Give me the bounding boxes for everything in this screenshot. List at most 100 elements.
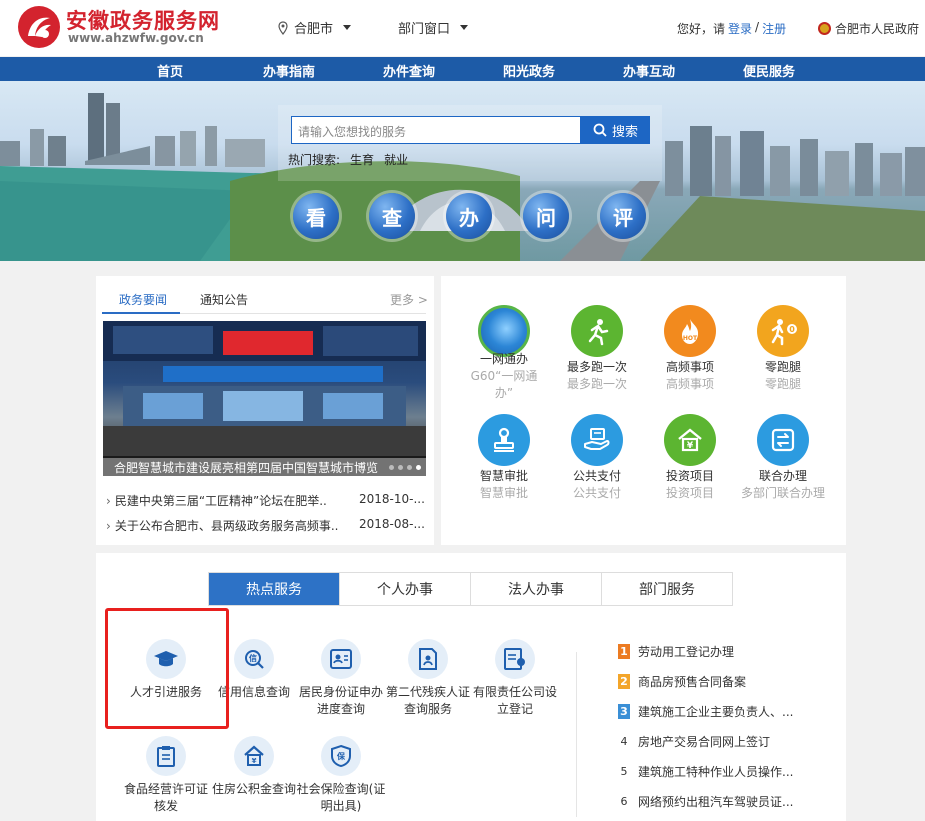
tab-corporate[interactable]: 法人办事 bbox=[471, 573, 602, 605]
tab-government-news[interactable]: 政务要闻 bbox=[119, 291, 167, 308]
location-selector[interactable]: 合肥市 bbox=[278, 18, 352, 37]
hot-service-food-license[interactable]: 食品经营许可证核发 bbox=[121, 736, 211, 815]
service-subtitle: 高频事项 bbox=[665, 377, 714, 391]
hot-search-term[interactable]: 生育 bbox=[350, 151, 374, 168]
nav-guide[interactable]: 办事指南 bbox=[263, 61, 315, 80]
hot-search-term[interactable]: 就业 bbox=[384, 151, 408, 168]
separator: / bbox=[755, 20, 760, 34]
banner-button-look[interactable]: 看 bbox=[293, 193, 339, 239]
ranking-item[interactable]: 3 建筑施工企业主要负责人、... bbox=[618, 703, 793, 720]
service-name: 智慧审批 bbox=[479, 469, 528, 483]
service-name: 公共支付 bbox=[572, 469, 621, 483]
nav-home[interactable]: 首页 bbox=[157, 61, 183, 80]
search-input[interactable]: 请输入您想找的服务 bbox=[291, 116, 581, 144]
hot-search-bar: 热门搜索: 生育 就业 bbox=[288, 151, 408, 168]
carousel-dot-active[interactable] bbox=[416, 465, 421, 470]
hot-service-housing-fund[interactable]: ¥ 住房公积金查询 bbox=[209, 736, 299, 798]
news-item-date: 2018-08-... bbox=[359, 517, 425, 531]
bullet-icon: › bbox=[106, 519, 111, 533]
hot-service-label: 社会保险查询(证明出具) bbox=[296, 782, 386, 813]
service-run-once[interactable]: 最多跑一次 最多跑一次 bbox=[549, 305, 645, 393]
rank-number: 2 bbox=[618, 674, 630, 689]
hot-service-label: 有限责任公司设立登记 bbox=[472, 685, 557, 716]
news-carousel-image[interactable] bbox=[103, 321, 426, 458]
hot-search-label: 热门搜索: bbox=[288, 153, 341, 167]
carousel-caption[interactable]: 合肥智慧城市建设展亮相第四届中国智慧城市博览 bbox=[114, 459, 378, 476]
service-subtitle: G60“一网通办” bbox=[470, 369, 538, 400]
service-subtitle: 多部门联合办理 bbox=[740, 486, 825, 500]
tab-hot-services[interactable]: 热点服务 bbox=[209, 573, 340, 605]
nav-convenience[interactable]: 便民服务 bbox=[743, 61, 795, 80]
highlight-box bbox=[105, 608, 229, 729]
service-tabs: 热点服务 个人办事 法人办事 部门服务 bbox=[208, 572, 733, 606]
map-pin-icon bbox=[278, 20, 288, 35]
ranking-title: 建筑施工企业主要负责人、... bbox=[638, 705, 794, 719]
hot-service-id-card[interactable]: 居民身份证申办进度查询 bbox=[296, 639, 386, 718]
service-joint-handling[interactable]: 联合办理 多部门联合办理 bbox=[735, 414, 831, 502]
carousel-dot[interactable] bbox=[389, 465, 394, 470]
rank-number: 1 bbox=[618, 644, 630, 659]
national-emblem-icon bbox=[818, 22, 831, 35]
login-link[interactable]: 登录 bbox=[728, 20, 752, 37]
site-header: 安徽政务服务网 www.ahzwfw.gov.cn 合肥市 部门窗口 您好，请 … bbox=[0, 0, 925, 56]
more-link[interactable]: 更多 > bbox=[390, 291, 428, 308]
banner-button-evaluate[interactable]: 评 bbox=[600, 193, 646, 239]
ranking-title: 房地产交易合同网上签订 bbox=[638, 735, 771, 749]
nav-open-government[interactable]: 阳光政务 bbox=[503, 61, 555, 80]
carousel-dot[interactable] bbox=[407, 465, 412, 470]
service-smart-approval[interactable]: 智慧审批 智慧审批 bbox=[456, 414, 552, 502]
tab-department[interactable]: 部门服务 bbox=[602, 573, 732, 605]
payment-icon bbox=[571, 414, 623, 466]
clipboard-icon bbox=[146, 736, 186, 776]
ranking-item[interactable]: 5 建筑施工特种作业人员操作... bbox=[618, 763, 794, 780]
service-subtitle: 最多跑一次 bbox=[566, 377, 627, 391]
hot-service-company-registration[interactable]: 有限责任公司设立登记 bbox=[470, 639, 560, 718]
carousel-dots bbox=[389, 465, 421, 470]
service-investment[interactable]: ¥ 投资项目 投资项目 bbox=[642, 414, 738, 502]
service-one-network[interactable]: 一网通办 G60“一网通办” bbox=[456, 305, 552, 402]
ranking-title: 建筑施工特种作业人员操作... bbox=[638, 765, 794, 779]
banner-button-handle[interactable]: 办 bbox=[446, 193, 492, 239]
site-logo-icon[interactable] bbox=[18, 6, 60, 48]
tab-notices[interactable]: 通知公告 bbox=[200, 291, 248, 308]
ranking-item[interactable]: 2 商品房预售合同备案 bbox=[618, 673, 746, 690]
service-subtitle: 智慧审批 bbox=[479, 486, 528, 500]
svg-text:信: 信 bbox=[249, 653, 257, 663]
news-item[interactable]: › 民建中央第三届“工匠精神”论坛在肥举.. bbox=[106, 492, 327, 509]
service-high-frequency[interactable]: HOT 高频事项 高频事项 bbox=[642, 305, 738, 393]
nav-case-query[interactable]: 办件查询 bbox=[383, 61, 435, 80]
ranking-title: 劳动用工登记办理 bbox=[638, 645, 735, 659]
service-zero-run[interactable]: 0 零跑腿 零跑腿 bbox=[735, 305, 831, 393]
search-button[interactable]: 搜索 bbox=[581, 116, 650, 144]
ranking-item[interactable]: 6 网络预约出租汽车驾驶员证... bbox=[618, 793, 794, 810]
hot-service-label: 住房公积金查询 bbox=[211, 782, 296, 796]
register-link[interactable]: 注册 bbox=[762, 20, 786, 37]
location-label: 合肥市 bbox=[294, 22, 334, 37]
department-selector[interactable]: 部门窗口 bbox=[398, 18, 469, 37]
tab-personal[interactable]: 个人办事 bbox=[340, 573, 471, 605]
service-name: 最多跑一次 bbox=[566, 360, 627, 374]
zero-run-icon: 0 bbox=[757, 305, 809, 357]
gov-link[interactable]: 合肥市人民政府 bbox=[818, 20, 919, 37]
service-name: 一网通办 bbox=[479, 352, 528, 366]
hot-service-disability-card[interactable]: 第二代残疾人证查询服务 bbox=[383, 639, 473, 718]
chevron-down-icon bbox=[460, 25, 469, 30]
banner-button-query[interactable]: 查 bbox=[369, 193, 415, 239]
expo-photo-illustration bbox=[103, 321, 426, 458]
carousel-dot[interactable] bbox=[398, 465, 403, 470]
news-item-date: 2018-10-... bbox=[359, 492, 425, 506]
banner-button-ask[interactable]: 问 bbox=[523, 193, 569, 239]
ranking-title: 网络预约出租汽车驾驶员证... bbox=[638, 795, 794, 809]
hot-service-social-insurance[interactable]: 保 社会保险查询(证明出具) bbox=[296, 736, 386, 815]
ranking-item[interactable]: 4 房地产交易合同网上签订 bbox=[618, 733, 771, 750]
section-divider bbox=[576, 652, 577, 817]
stamp-icon bbox=[478, 414, 530, 466]
news-item-title: 民建中央第三届“工匠精神”论坛在肥举.. bbox=[114, 494, 327, 508]
investment-icon: ¥ bbox=[664, 414, 716, 466]
ranking-item[interactable]: 1 劳动用工登记办理 bbox=[618, 643, 734, 660]
service-public-payment[interactable]: 公共支付 公共支付 bbox=[549, 414, 645, 502]
news-item[interactable]: › 关于公布合肥市、县两级政务服务高频事.. bbox=[106, 517, 338, 534]
credit-search-icon: 信 bbox=[234, 639, 274, 679]
nav-interaction[interactable]: 办事互动 bbox=[623, 61, 675, 80]
service-name: 投资项目 bbox=[665, 469, 714, 483]
